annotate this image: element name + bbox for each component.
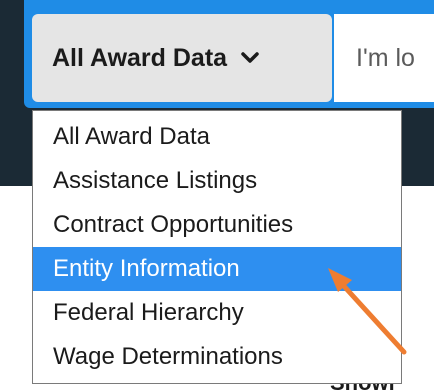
option-federal-hierarchy[interactable]: Federal Hierarchy [33,291,401,335]
option-all-award-data[interactable]: All Award Data [33,115,401,159]
option-assistance-listings[interactable]: Assistance Listings [33,159,401,203]
option-contract-opportunities[interactable]: Contract Opportunities [33,203,401,247]
category-select-label: All Award Data [52,43,228,72]
screenshot-stage: All Award Data Showi All Award Data Assi… [0,0,434,390]
category-select-button[interactable]: All Award Data [32,14,332,102]
option-wage-determinations[interactable]: Wage Determinations [33,335,401,379]
chevron-down-icon [241,52,259,63]
search-input[interactable] [334,14,434,102]
category-dropdown-list: All Award Data Assistance Listings Contr… [32,110,402,384]
option-entity-information[interactable]: Entity Information [33,247,401,291]
